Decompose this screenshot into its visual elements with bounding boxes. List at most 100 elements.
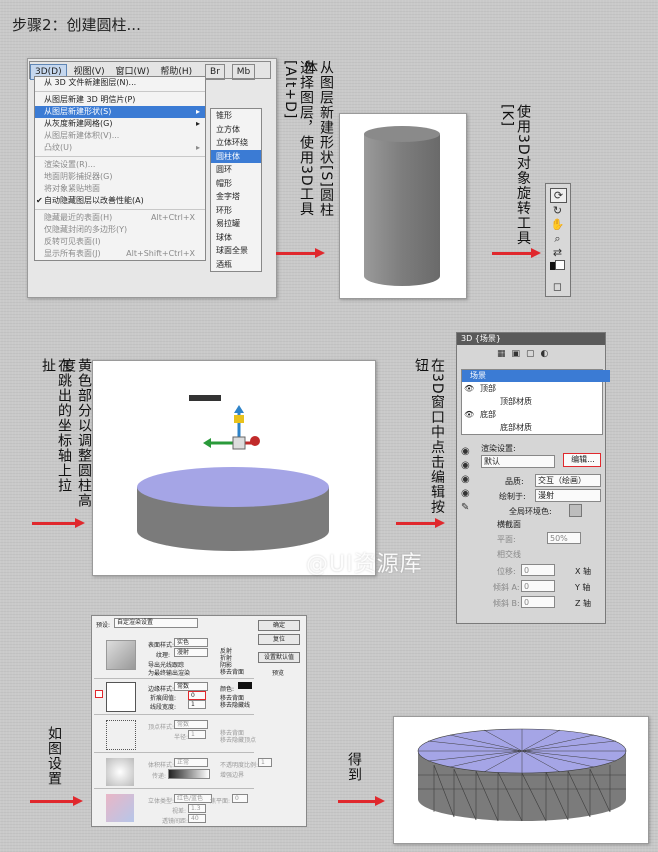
- face-style-cube: [106, 640, 136, 670]
- submenu-item-cube-wrap[interactable]: 立体环绕: [211, 136, 261, 150]
- edge-color-swatch[interactable]: [238, 682, 252, 689]
- ambient-color-swatch[interactable]: [569, 504, 582, 517]
- parallax-label: 视差:: [172, 808, 187, 815]
- face-check-backface[interactable]: 移去背面: [220, 667, 244, 676]
- roll-icon[interactable]: ↻: [550, 204, 565, 217]
- radius-field[interactable]: 1: [188, 730, 206, 739]
- opacity-scale-label: 不透明度比例:: [220, 762, 259, 769]
- quality-select[interactable]: 交互（绘画）: [535, 474, 601, 487]
- tree-row-bottom-material[interactable]: 底部材质: [462, 422, 640, 434]
- transfer-gradient[interactable]: [168, 769, 210, 779]
- menu-separator: [35, 91, 205, 92]
- menu-shortcut: Alt+Ctrl+X: [151, 213, 195, 222]
- menu-item-new-shape[interactable]: 从图层新建形状(S): [35, 106, 205, 118]
- vertex-check-hidden[interactable]: 移去隐藏顶点: [220, 735, 256, 744]
- stereo-cube: [106, 794, 134, 822]
- focal-plane-label: 焦平面:: [210, 798, 231, 805]
- transfer-label: 传递:: [152, 773, 167, 780]
- submenu-item-donut[interactable]: 圆环: [211, 163, 261, 177]
- menu-item-new-from-3d-file[interactable]: 从 3D 文件新建图层(N)...: [35, 77, 205, 89]
- eye-icon[interactable]: 👁: [464, 409, 474, 421]
- line-width-label: 线段宽度:: [150, 704, 177, 711]
- submenu-item-pyramid[interactable]: 金字塔: [211, 190, 261, 204]
- z-axis-radio[interactable]: Z 轴: [575, 598, 591, 609]
- submenu-item-cube[interactable]: 立方体: [211, 123, 261, 137]
- submenu-item-ring[interactable]: 环形: [211, 204, 261, 218]
- menu-item-hide-enclosed: 仅隐藏封闭的多边形(Y): [44, 225, 128, 234]
- x-axis-radio[interactable]: X 轴: [575, 566, 591, 577]
- tree-row-scene[interactable]: 场景: [462, 370, 610, 382]
- opacity-scale-field[interactable]: 1: [258, 758, 272, 767]
- ok-button[interactable]: 确定: [258, 620, 300, 631]
- cross-section-label: 横截面: [497, 520, 521, 529]
- hand-icon[interactable]: ✋: [550, 218, 565, 231]
- edge-color-label: 颜色:: [220, 686, 235, 693]
- scene-tree: 场景 👁 顶部 顶部材质 👁 底部 底部材质: [461, 369, 610, 435]
- tree-row-top-material[interactable]: 顶部材质: [462, 396, 640, 408]
- submenu-item-cylinder[interactable]: 圆柱体: [211, 149, 261, 163]
- swap-icon[interactable]: ⇄: [550, 246, 565, 259]
- final-render-checkbox[interactable]: 为最终输出渲染: [148, 668, 190, 677]
- preset-select[interactable]: 自定渲染设置: [114, 618, 198, 628]
- menu-item-hide-nearest: 隐藏最近的表面(H) Alt+Ctrl+X: [35, 212, 205, 224]
- edge-style-select[interactable]: 常数: [174, 682, 208, 691]
- submenu-item-hat[interactable]: 帽形: [211, 177, 261, 191]
- caption-step1b: 选择图层，使用3D工具[Alt+D]: [282, 60, 314, 217]
- caption-step5: 如图设置: [46, 726, 62, 786]
- lens-spacing-field[interactable]: 40: [188, 814, 206, 823]
- menu-item-auto-hide[interactable]: ✔ 自动隐藏图层以改善性能(A): [35, 195, 205, 207]
- lens-spacing-label: 透镜间距:: [162, 818, 189, 825]
- menu-item-snap-ground: 将对象紧贴地面: [44, 184, 100, 193]
- submenu-item-spherical-panorama[interactable]: 球面全景: [211, 244, 261, 258]
- edge-check-hidden[interactable]: 移去隐藏线: [220, 700, 250, 709]
- focal-plane-field[interactable]: 0: [232, 794, 248, 803]
- eye-icon[interactable]: 👁: [464, 383, 474, 395]
- bridge-icon[interactable]: Br: [205, 64, 225, 80]
- enhance-boundary-checkbox[interactable]: 增强边界: [220, 770, 244, 779]
- submenu-item-sphere[interactable]: 球体: [211, 231, 261, 245]
- plane-opacity-field[interactable]: 50%: [547, 532, 581, 544]
- tilt-b-label: 倾斜 B:: [493, 599, 520, 608]
- submenu-item-cone[interactable]: 锥形: [211, 109, 261, 123]
- volume-style-select[interactable]: 正常: [174, 758, 208, 767]
- arrow-icon: [30, 796, 83, 806]
- rotate-3d-icon[interactable]: ⟳: [550, 188, 567, 203]
- texture-label: 纹理:: [156, 652, 171, 659]
- reset-button[interactable]: 复位: [258, 634, 300, 645]
- panel-3d-filter-bar: ▦▣▢◐: [497, 349, 555, 359]
- submenu-item-wine-bottle[interactable]: 酒瓶: [211, 258, 261, 272]
- preset-label: 预设:: [96, 622, 111, 629]
- menu-item-new-volume: 从图层新建体积(V)...: [44, 131, 120, 140]
- zoom-icon[interactable]: ⌕: [550, 232, 565, 245]
- tilt-a-field[interactable]: 0: [521, 580, 555, 592]
- watermark-text: @UI资源库: [306, 552, 423, 577]
- edit-button[interactable]: 编辑...: [563, 453, 601, 467]
- edge-enable-checkbox[interactable]: [95, 690, 103, 698]
- face-style-select[interactable]: 实色: [174, 638, 208, 647]
- color-swatch-icon[interactable]: [550, 260, 565, 273]
- offset-field[interactable]: 0: [521, 564, 555, 576]
- vertex-style-select[interactable]: 常数: [174, 720, 208, 729]
- set-default-button[interactable]: 设置默认值: [258, 652, 300, 663]
- crease-field[interactable]: 0: [188, 691, 206, 700]
- tree-row-bottom[interactable]: 👁 底部: [462, 409, 620, 421]
- submenu-item-soda-can[interactable]: 易拉罐: [211, 217, 261, 231]
- menu-item-new-mesh[interactable]: 从灰度新建网格(G): [35, 118, 205, 130]
- line-width-field[interactable]: 1: [188, 700, 206, 709]
- tree-row-top[interactable]: 👁 顶部: [462, 383, 620, 395]
- texture-select[interactable]: 漫射: [174, 648, 208, 657]
- tilt-b-field[interactable]: 0: [521, 596, 555, 608]
- ambient-label: 全局环境色:: [509, 507, 552, 516]
- render-settings-label: 渲染设置:: [481, 444, 516, 453]
- y-axis-radio[interactable]: Y 轴: [575, 582, 590, 593]
- render-settings-select[interactable]: 默认: [481, 455, 555, 468]
- parallax-field[interactable]: 1.3: [188, 804, 206, 813]
- quick-mask-icon[interactable]: ◻: [550, 280, 565, 293]
- menu-item-render-settings: 渲染设置(R)...: [44, 160, 96, 169]
- arrow-icon: [338, 796, 385, 806]
- menu-item-new-postcard[interactable]: 从图层新建 3D 明信片(P): [35, 94, 205, 106]
- minibridge-icon[interactable]: Mb: [231, 64, 256, 80]
- preview-checkbox[interactable]: 预览: [272, 668, 284, 677]
- stereo-type-select[interactable]: 红色/蓝色: [174, 794, 212, 803]
- paint-on-select[interactable]: 漫射: [535, 489, 601, 502]
